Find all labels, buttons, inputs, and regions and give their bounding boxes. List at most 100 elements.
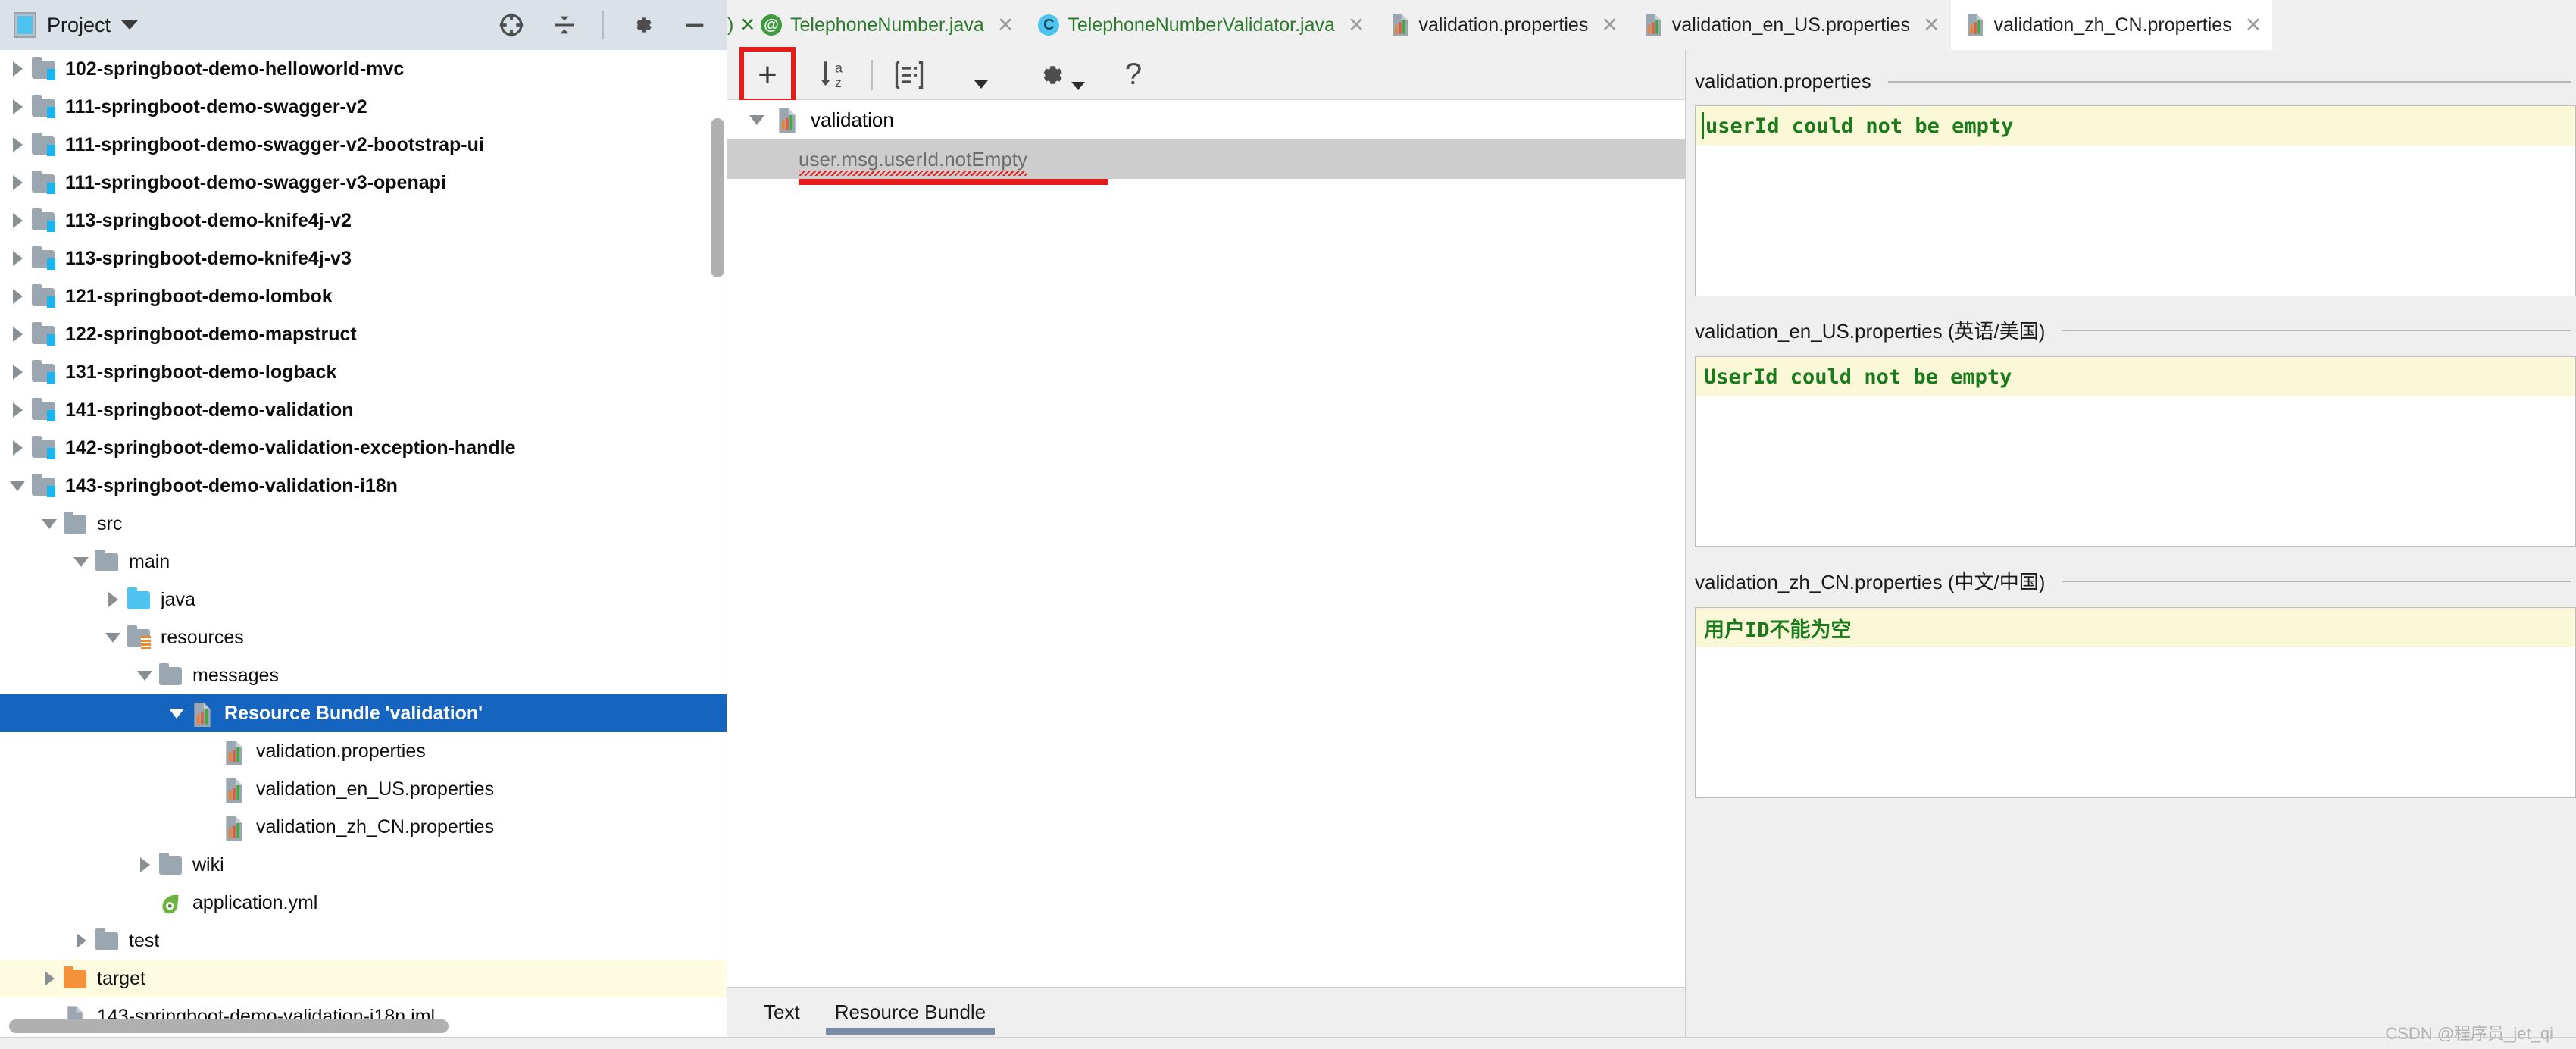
tree-row[interactable]: 131-springboot-demo-logback — [0, 353, 727, 391]
editor-current-line[interactable]: userId could not be empty — [1696, 106, 2575, 146]
project-panel-title: Project — [47, 13, 111, 36]
resource-bundle-icon — [189, 702, 215, 727]
chevron-right-icon[interactable] — [71, 933, 91, 948]
chevron-down-icon[interactable] — [167, 708, 186, 719]
locale-header: validation_en_US.properties (英语/美国) — [1686, 296, 2576, 356]
project-tree[interactable]: 102-springboot-demo-helloworld-mvc 111-sp… — [0, 50, 727, 1037]
chevron-down-icon[interactable] — [39, 518, 59, 529]
editor-current-line[interactable]: 用户ID不能为空 — [1696, 608, 2575, 647]
tree-row[interactable]: 111-springboot-demo-swagger-v2 — [0, 88, 727, 126]
tree-row[interactable]: 122-springboot-demo-mapstruct — [0, 315, 727, 353]
chevron-right-icon[interactable] — [8, 440, 27, 456]
collapse-all-icon[interactable] — [549, 10, 580, 40]
sort-alphabetically-icon[interactable]: a z — [815, 55, 855, 95]
chevron-down-icon[interactable] — [135, 670, 155, 681]
chevron-right-icon[interactable] — [135, 857, 155, 872]
project-tool-window-button[interactable]: Project — [14, 12, 139, 38]
tree-row[interactable]: validation.properties — [0, 732, 727, 770]
tree-row[interactable]: validation_zh_CN.properties — [0, 808, 727, 846]
editor-tab-telephonenumbervalidator-java[interactable]: C TelephoneNumberValidator.java ✕ — [1024, 0, 1375, 50]
close-icon[interactable]: ✕ — [1601, 14, 1618, 36]
close-icon[interactable]: ✕ — [1348, 14, 1365, 36]
locale-value: UserId could not be empty — [1704, 365, 2012, 389]
gear-icon[interactable] — [627, 10, 657, 40]
locale-value-editor[interactable]: userId could not be empty — [1695, 105, 2576, 296]
tree-row[interactable]: 111-springboot-demo-swagger-v2-bootstrap… — [0, 126, 727, 164]
chevron-right-icon[interactable] — [8, 402, 27, 418]
locate-icon[interactable] — [496, 10, 527, 40]
tree-row[interactable]: Resource Bundle 'validation' — [0, 694, 727, 732]
tree-horizontal-scrollbar[interactable] — [9, 1019, 449, 1033]
folder-icon — [94, 550, 120, 573]
tree-row-label: 111-springboot-demo-swagger-v2 — [65, 96, 367, 117]
header-divider — [1887, 80, 2571, 83]
bundle-root-row[interactable]: validation — [727, 100, 1685, 139]
tab-overflow-edge: ) ✕ — [727, 14, 756, 36]
resource-bundle-toolbar: + a z ? — [727, 46, 1685, 103]
close-icon[interactable]: ✕ — [2245, 14, 2262, 36]
help-icon[interactable]: ? — [1114, 55, 1153, 95]
locale-value-editor[interactable]: UserId could not be empty — [1695, 356, 2576, 547]
chevron-down-icon[interactable] — [974, 80, 988, 89]
settings-icon[interactable] — [1030, 55, 1070, 95]
locale-value-editor[interactable]: 用户ID不能为空 — [1695, 607, 2576, 798]
chevron-down-icon[interactable] — [1071, 82, 1085, 90]
tree-row[interactable]: 113-springboot-demo-knife4j-v3 — [0, 240, 727, 277]
bundle-root-label: validation — [811, 108, 894, 131]
chevron-down-icon[interactable] — [121, 20, 139, 30]
editor-tab-validation-en-us-properties[interactable]: validation_en_US.properties ✕ — [1629, 0, 1951, 50]
editor-tab-validation-zh-cn-properties[interactable]: validation_zh_CN.properties ✕ — [1950, 0, 2273, 50]
properties-file-icon — [1390, 14, 1411, 36]
editor-tab-label: validation.properties — [1418, 14, 1589, 36]
chevron-right-icon[interactable] — [8, 327, 27, 342]
chevron-right-icon[interactable] — [39, 971, 59, 986]
tree-row[interactable]: resources — [0, 618, 727, 656]
tree-row[interactable]: 111-springboot-demo-swagger-v3-openapi — [0, 164, 727, 202]
tree-row[interactable]: 141-springboot-demo-validation — [0, 391, 727, 429]
tree-vertical-scrollbar[interactable] — [711, 118, 724, 277]
tree-row[interactable]: messages — [0, 656, 727, 694]
tab-text[interactable]: Text — [764, 988, 800, 1038]
chevron-right-icon[interactable] — [8, 251, 27, 266]
chevron-down-icon[interactable] — [747, 114, 767, 125]
tree-row[interactable]: src — [0, 505, 727, 543]
chevron-right-icon[interactable] — [103, 592, 123, 607]
add-property-button[interactable]: + — [739, 46, 796, 103]
chevron-right-icon[interactable] — [8, 365, 27, 380]
editor-current-line[interactable]: UserId could not be empty — [1696, 357, 2575, 396]
tree-row[interactable]: wiki — [0, 846, 727, 884]
chevron-right-icon[interactable] — [8, 99, 27, 114]
chevron-right-icon[interactable] — [8, 213, 27, 228]
tree-row-label: 121-springboot-demo-lombok — [65, 285, 333, 307]
chevron-down-icon[interactable] — [71, 556, 91, 567]
hide-panel-icon[interactable] — [680, 10, 710, 40]
close-icon[interactable]: ✕ — [997, 14, 1014, 36]
tree-row[interactable]: 143-springboot-demo-validation-i18n — [0, 467, 727, 505]
tree-row-label: Resource Bundle 'validation' — [224, 702, 483, 724]
group-by-icon[interactable] — [889, 55, 929, 95]
editor-tab-validation-properties[interactable]: validation.properties ✕ — [1376, 0, 1629, 50]
resource-key-row[interactable]: user.msg.userId.notEmpty — [727, 139, 1685, 179]
tree-row[interactable]: java — [0, 581, 727, 618]
tab-resource-bundle[interactable]: Resource Bundle — [825, 988, 996, 1038]
tree-row[interactable]: 121-springboot-demo-lombok — [0, 277, 727, 315]
tree-row[interactable]: application.yml — [0, 884, 727, 922]
tree-row[interactable]: target — [0, 960, 727, 997]
close-icon[interactable]: ✕ — [1923, 14, 1940, 36]
tree-row[interactable]: 102-springboot-demo-helloworld-mvc — [0, 50, 727, 88]
chevron-right-icon[interactable] — [8, 61, 27, 77]
tree-row[interactable]: 113-springboot-demo-knife4j-v2 — [0, 202, 727, 240]
tree-row[interactable]: 142-springboot-demo-validation-exception… — [0, 429, 727, 467]
chevron-right-icon[interactable] — [8, 137, 27, 152]
chevron-right-icon[interactable] — [8, 289, 27, 304]
chevron-down-icon[interactable] — [103, 632, 123, 643]
project-panel-header: Project — [0, 0, 727, 50]
resource-bundle-key-tree[interactable]: validation user.msg.userId.notEmpty — [727, 100, 1685, 987]
locale-title: validation.properties — [1695, 70, 1871, 92]
tree-row[interactable]: validation_en_US.properties — [0, 770, 727, 808]
chevron-down-icon[interactable] — [8, 481, 27, 491]
editor-tab-telephonenumber-java[interactable]: @ TelephoneNumber.java ✕ — [747, 0, 1024, 50]
tree-row[interactable]: test — [0, 922, 727, 960]
tree-row[interactable]: main — [0, 543, 727, 581]
chevron-right-icon[interactable] — [8, 175, 27, 190]
